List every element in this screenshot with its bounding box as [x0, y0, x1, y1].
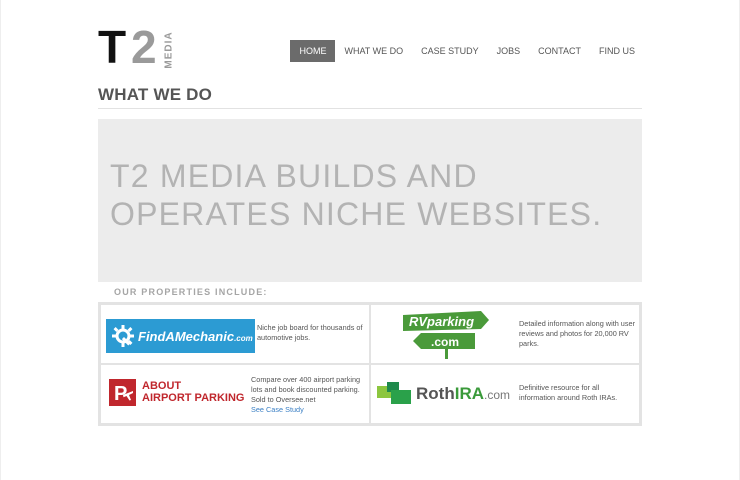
logo-2: 2 [131, 21, 157, 73]
property-rvparking: RVparking .com Detailed information alon… [370, 304, 640, 364]
rothira-description: Definitive resource for all information … [519, 383, 618, 402]
hero-banner: T2 MEDIA BUILDS AND OPERATES NICHE WEBSI… [98, 119, 642, 282]
hero-line-2: OPERATES NICHE WEBSITES. [110, 196, 603, 233]
logo-media: MEDIA [163, 31, 175, 69]
property-rothira: RothIRA.com Definitive resource for all … [370, 364, 640, 424]
rothira-logo[interactable]: RothIRA.com [377, 382, 510, 404]
properties-label: OUR PROPERTIES INCLUDE: [114, 287, 268, 297]
see-case-study-link[interactable]: See Case Study [251, 405, 373, 415]
page-title: WHAT WE DO [98, 86, 642, 109]
t2-media-logo[interactable]: T 2 MEDIA [98, 24, 188, 70]
properties-grid: FindAMechanic.com Niche job board for th… [98, 302, 642, 426]
nav-case-study[interactable]: CASE STUDY [412, 40, 488, 62]
rothira-roth: Roth [416, 383, 455, 403]
airport-p-icon: P [109, 379, 136, 406]
nav-contact[interactable]: CONTACT [529, 40, 590, 62]
airport-logo-line-1: ABOUT [142, 379, 182, 392]
nav-find-us[interactable]: FIND US [590, 40, 644, 62]
nav-home[interactable]: HOME [290, 40, 336, 62]
airport-parking-description: Compare over 400 airport parking lots an… [251, 375, 373, 415]
airport-parking-desc-text: Compare over 400 airport parking lots an… [251, 375, 361, 404]
findamechanic-suffix: .com [234, 333, 253, 343]
airport-parking-logo[interactable]: P ABOUT AIRPORT PARKING [109, 379, 244, 406]
airport-p-letter: P [114, 383, 127, 405]
gear-icon [112, 325, 134, 347]
rvparking-logo[interactable]: RVparking .com [401, 309, 491, 359]
rothira-suffix: .com [484, 387, 511, 402]
rvparking-name: RVparking [409, 314, 474, 329]
airport-logo-line-2: AIRPORT PARKING [142, 391, 245, 404]
findamechanic-logo[interactable]: FindAMechanic.com [106, 319, 255, 353]
hero-line-1: T2 MEDIA BUILDS AND [110, 158, 478, 194]
main-nav: HOME WHAT WE DO CASE STUDY JOBS CONTACT … [290, 40, 644, 62]
rothira-ira: IRA [454, 383, 484, 403]
rvparking-suffix: .com [431, 335, 459, 349]
findamechanic-description: Niche job board for thousands of automot… [257, 323, 363, 342]
property-airport-parking: P ABOUT AIRPORT PARKING Compare over 400… [100, 364, 370, 424]
rvparking-description: Detailed information along with user rev… [519, 319, 636, 348]
hero-headline: T2 MEDIA BUILDS AND OPERATES NICHE WEBSI… [110, 157, 630, 234]
logo-t: T [98, 21, 126, 73]
nav-jobs[interactable]: JOBS [488, 40, 530, 62]
findamechanic-name: FindAMechanic [138, 328, 235, 344]
property-findamechanic: FindAMechanic.com Niche job board for th… [100, 304, 370, 364]
nav-what-we-do[interactable]: WHAT WE DO [335, 40, 412, 62]
rothira-mark-icon [377, 382, 411, 404]
